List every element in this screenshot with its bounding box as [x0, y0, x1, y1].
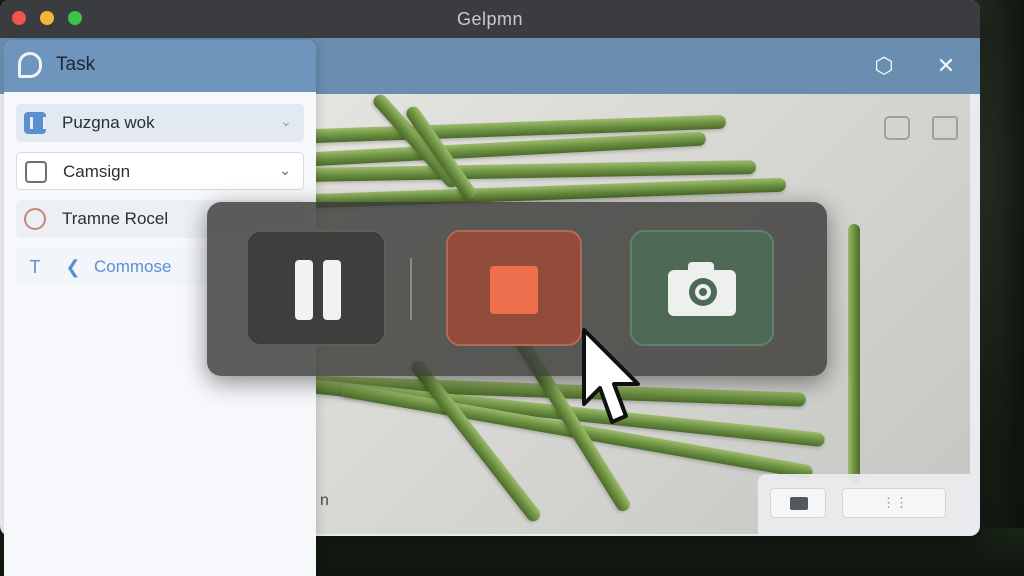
- pause-square-icon: [24, 112, 46, 134]
- folder-button[interactable]: [770, 488, 826, 518]
- chevron-down-icon: ⌄: [280, 113, 292, 129]
- recording-control-bar: [207, 202, 827, 376]
- sidebar-item-label: Camsign: [63, 162, 131, 181]
- chevron-down-icon[interactable]: ⌄: [279, 162, 291, 179]
- image-icon: [25, 161, 47, 183]
- stop-button[interactable]: [446, 230, 582, 346]
- task-logo-icon: [18, 52, 42, 78]
- sidebar-title: Task: [56, 54, 96, 75]
- pause-icon: [295, 260, 313, 320]
- preview-action-button[interactable]: ⋮⋮: [842, 488, 946, 518]
- preview-caption: n: [320, 492, 329, 509]
- sidebar-item-puzgna-wok[interactable]: Puzgna wok ⌄: [16, 104, 304, 142]
- brush-icon: ❮: [65, 257, 81, 277]
- sidebar-item-camsign[interactable]: Camsign ⌄: [16, 152, 304, 190]
- stop-icon: [490, 266, 538, 314]
- circle-icon: [24, 208, 46, 230]
- pause-icon: [323, 260, 341, 320]
- asparagus-stalk: [848, 224, 860, 484]
- asparagus-stalk: [316, 160, 757, 182]
- preview-action-label: ⋮⋮: [882, 495, 908, 510]
- sidebar-item-label: Commose: [94, 257, 172, 276]
- close-icon[interactable]: ✕: [932, 52, 960, 80]
- pause-button[interactable]: [246, 230, 386, 346]
- sidebar-item-label: Tramne Rocel: [62, 209, 169, 228]
- window-titlebar: Gelpmn: [0, 0, 980, 38]
- settings-hex-icon[interactable]: ⬡: [870, 52, 898, 80]
- controls-divider: [410, 258, 412, 320]
- grid-icon[interactable]: [932, 116, 958, 140]
- monitor-icon[interactable]: [884, 116, 910, 140]
- mouse-cursor-icon: [582, 328, 640, 424]
- sidebar-header: Task: [4, 40, 316, 92]
- snapshot-button[interactable]: [630, 230, 774, 346]
- folder-icon: [790, 497, 808, 510]
- sidebar-item-label: Puzgna wok: [62, 113, 155, 132]
- preview-bottom-controls: ⋮⋮: [758, 474, 970, 534]
- text-icon: T: [29, 257, 41, 277]
- camera-lens: [699, 288, 707, 296]
- window-title: Gelpmn: [456, 9, 524, 29]
